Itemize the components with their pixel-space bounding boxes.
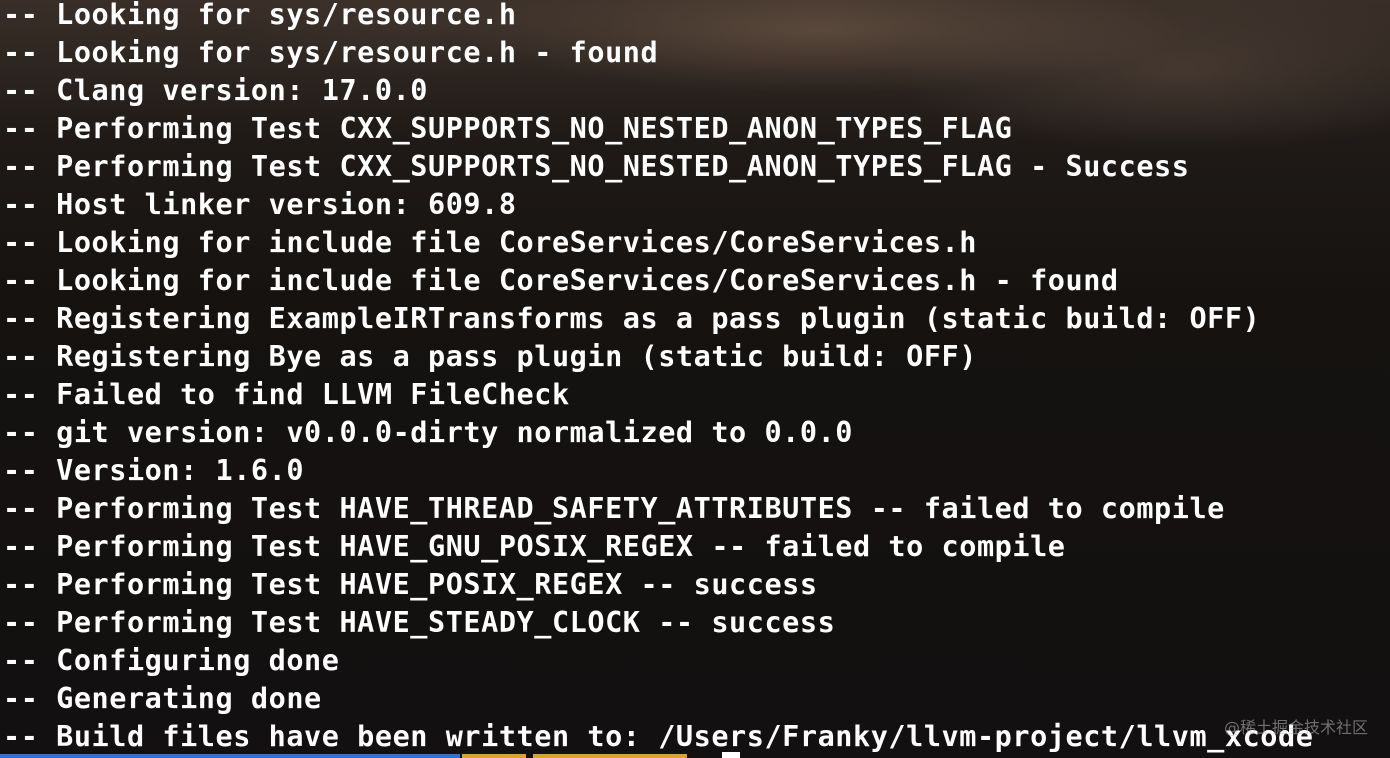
watermark: @稀土掘金技术社区	[1223, 718, 1368, 737]
terminal-line: -- Performing Test CXX_SUPPORTS_NO_NESTE…	[3, 150, 1190, 183]
terminal-line: -- Performing Test HAVE_GNU_POSIX_REGEX …	[3, 530, 1066, 563]
terminal-line: -- Build files have been written to: /Us…	[3, 720, 1314, 753]
terminal-line: -- Looking for sys/resource.h	[3, 0, 517, 31]
terminal-line: -- Failed to find LLVM FileCheck	[3, 378, 570, 411]
terminal-line: -- Performing Test CXX_SUPPORTS_NO_NESTE…	[3, 112, 1013, 145]
terminal-line: -- Looking for include file CoreServices…	[3, 264, 1119, 297]
terminal-window[interactable]: -- Looking for sys/resource.h -- Looking…	[0, 0, 1390, 758]
terminal-line: -- Registering ExampleIRTransforms as a …	[3, 302, 1261, 335]
terminal-line: -- Generating done	[3, 682, 322, 715]
terminal-line: -- Looking for include file CoreServices…	[3, 226, 977, 259]
status-bar-segment-yellow	[533, 754, 687, 758]
text-cursor	[722, 752, 740, 758]
terminal-line: -- Looking for sys/resource.h - found	[3, 36, 659, 69]
terminal-line: -- Configuring done	[3, 644, 340, 677]
terminal-line: -- git version: v0.0.0-dirty normalized …	[3, 416, 854, 449]
terminal-line: -- Host linker version: 609.8	[3, 188, 517, 221]
terminal-line: -- Performing Test HAVE_THREAD_SAFETY_AT…	[3, 492, 1225, 525]
terminal-line: -- Performing Test HAVE_STEADY_CLOCK -- …	[3, 606, 836, 639]
status-bar-segment-blue	[0, 754, 460, 758]
terminal-line: -- Version: 1.6.0	[3, 454, 305, 487]
terminal-line: -- Clang version: 17.0.0	[3, 74, 429, 107]
terminal-line: -- Performing Test HAVE_POSIX_REGEX -- s…	[3, 568, 818, 601]
terminal-line: -- Registering Bye as a pass plugin (sta…	[3, 340, 977, 373]
status-bar-segment-yellow	[462, 754, 526, 758]
terminal-output: -- Looking for sys/resource.h -- Looking…	[3, 0, 1313, 756]
